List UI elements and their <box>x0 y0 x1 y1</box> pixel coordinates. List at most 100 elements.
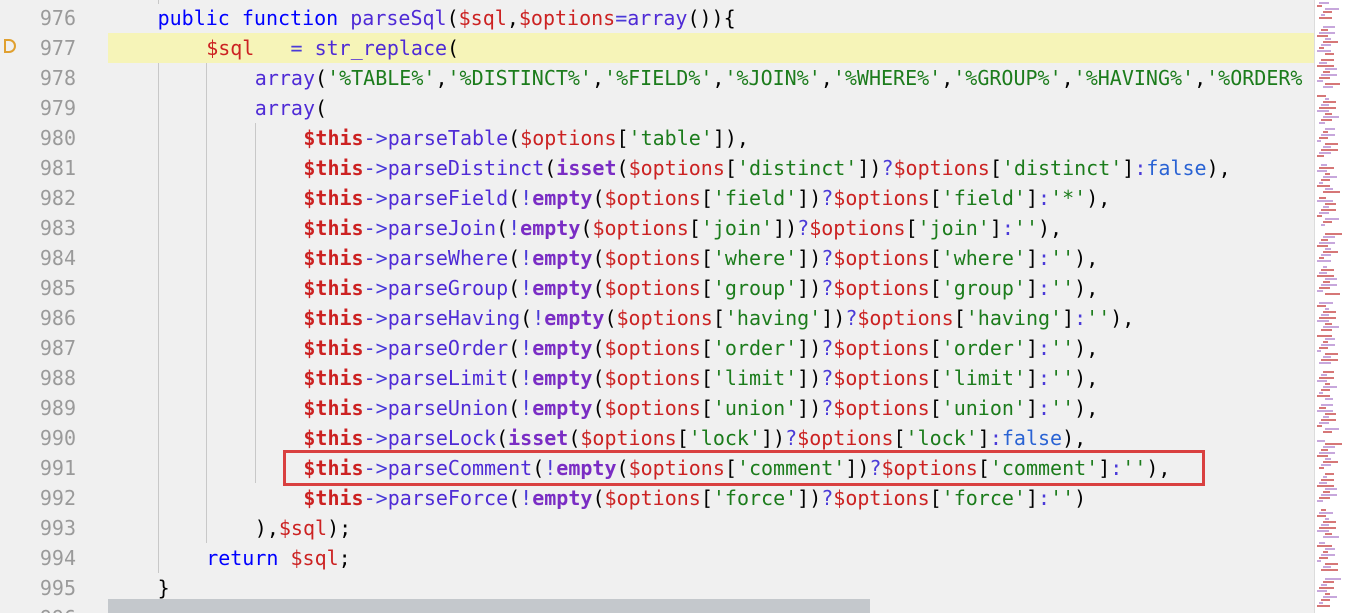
line-number: 980 <box>39 126 76 150</box>
gutter-line[interactable]: 993 <box>0 513 108 543</box>
minimap-line <box>1321 29 1328 31</box>
code-token: $options <box>604 336 701 360</box>
code-area[interactable]: public function parseSql($sql,$options=a… <box>108 0 1314 613</box>
minimap-line <box>1325 413 1336 415</box>
code-line[interactable]: $this->parseForce(!empty($options['force… <box>108 483 1314 513</box>
code-line[interactable]: array( <box>108 93 1314 123</box>
code-token: return <box>206 546 291 570</box>
minimap-line <box>1317 275 1334 277</box>
minimap-line <box>1319 317 1336 319</box>
code-line[interactable]: $sql = str_replace( <box>108 33 1314 63</box>
code-line[interactable]: return $sql; <box>108 543 1314 573</box>
line-number: 976 <box>39 6 76 30</box>
code-token: '%FIELD%' <box>604 66 713 90</box>
code-token: ), <box>1206 156 1231 180</box>
code-token: -> <box>363 486 388 510</box>
code-token: $options <box>833 486 930 510</box>
code-token: [ <box>688 216 701 240</box>
gutter-line[interactable]: 981 <box>0 153 108 183</box>
code-line[interactable]: $this->parseOrder(!empty($options['order… <box>108 333 1314 363</box>
code-token: ] <box>1025 276 1039 300</box>
line-number: 984 <box>39 246 76 270</box>
gutter-line[interactable]: 980 <box>0 123 108 153</box>
gutter-line[interactable]: 983 <box>0 213 108 243</box>
code-token: [ <box>893 426 906 450</box>
code-token: ( <box>592 366 605 390</box>
code-token: parseSql <box>350 6 447 30</box>
code-token: 'where' <box>712 246 798 270</box>
gutter-line[interactable]: 992 <box>0 483 108 513</box>
line-number: 996 <box>40 603 76 613</box>
gutter-line[interactable]: 987 <box>0 333 108 363</box>
code-token: ( <box>592 486 605 510</box>
code-line[interactable]: public function parseSql($sql,$options=a… <box>108 3 1314 33</box>
minimap-line <box>1321 209 1336 211</box>
code-line[interactable]: $this->parseTable($options['table']), <box>108 123 1314 153</box>
code-line[interactable]: ),$sql); <box>108 513 1314 543</box>
code-token: $options <box>833 396 930 420</box>
code-line[interactable]: array('%TABLE%','%DISTINCT%','%FIELD%','… <box>108 63 1314 93</box>
line-number: 990 <box>39 426 76 450</box>
gutter-line[interactable]: 996 <box>0 603 108 613</box>
minimap-line <box>1321 59 1334 61</box>
code-line[interactable]: $this->parseHaving(!empty($options['havi… <box>108 303 1314 333</box>
code-editor[interactable]: 976 977 978 979 980 981 982 983 984 985 986 987 988 9… <box>0 0 1348 613</box>
code-line[interactable]: $this->parseWhere(!empty($options['where… <box>108 243 1314 273</box>
gutter-line[interactable]: 989 <box>0 393 108 423</box>
code-token: , <box>820 66 833 90</box>
code-token: -> <box>363 126 388 150</box>
minimap-line <box>1323 551 1328 553</box>
code-line[interactable]: $this->parseField(!empty($options['field… <box>108 183 1314 213</box>
code-line[interactable]: $this->parseGroup(!empty($options['group… <box>108 273 1314 303</box>
minimap-line <box>1325 83 1340 85</box>
gutter-line[interactable]: 982 <box>0 183 108 213</box>
line-number: 983 <box>39 216 76 240</box>
code-line[interactable]: $this->parseUnion(!empty($options['union… <box>108 393 1314 423</box>
line-number: 982 <box>39 186 76 210</box>
gutter-line[interactable]: 994 <box>0 543 108 573</box>
code-token: ! <box>520 366 533 390</box>
code-token: , <box>1194 66 1207 90</box>
code-token: ), <box>1062 426 1087 450</box>
code-token: ( <box>592 186 605 210</box>
line-number: 994 <box>39 546 76 570</box>
code-line[interactable]: $this->parseDistinct(isset($options['dis… <box>108 153 1314 183</box>
line-number-gutter[interactable]: 976 977 978 979 980 981 982 983 984 985 986 987 988 9… <box>0 0 108 613</box>
minimap-line <box>1317 320 1329 322</box>
code-token: ( <box>568 426 581 450</box>
line-number: 993 <box>39 516 76 540</box>
gutter-line[interactable]: 978 <box>0 63 108 93</box>
code-token: ]) <box>797 276 822 300</box>
code-token: empty <box>544 306 605 330</box>
code-token: '%TABLE%' <box>327 66 436 90</box>
horizontal-scrollbar-thumb[interactable] <box>108 599 870 613</box>
code-token: ( <box>520 306 533 330</box>
minimap-line <box>1321 284 1337 286</box>
code-token: [ <box>700 486 713 510</box>
line-number: 988 <box>39 366 76 390</box>
gutter-line[interactable]: 984 <box>0 243 108 273</box>
gutter-line[interactable]: 995 <box>0 573 108 603</box>
code-token: , <box>591 66 605 90</box>
breakpoint-marker-icon[interactable] <box>4 39 16 53</box>
minimap[interactable] <box>1314 0 1348 613</box>
gutter-line[interactable]: 977 <box>0 33 108 63</box>
minimap-line <box>1323 566 1331 568</box>
gutter-line[interactable]: 991 <box>0 453 108 483</box>
gutter-line[interactable]: 986 <box>0 303 108 333</box>
minimap-line <box>1317 425 1322 427</box>
code-line[interactable]: $this->parseJoin(!empty($options['join']… <box>108 213 1314 243</box>
minimap-line <box>1323 446 1335 448</box>
code-line[interactable]: $this->parseLimit(!empty($options['limit… <box>108 363 1314 393</box>
gutter-line[interactable]: 990 <box>0 423 108 453</box>
code-token: ), <box>1074 246 1099 270</box>
gutter-line[interactable]: 985 <box>0 273 108 303</box>
code-token: : <box>1038 336 1051 360</box>
gutter-line[interactable]: 988 <box>0 363 108 393</box>
code-token: 'field' <box>712 186 798 210</box>
code-token: $options <box>616 306 713 330</box>
gutter-line[interactable]: 976 <box>0 3 108 33</box>
code-token: ), <box>1074 366 1099 390</box>
code-line[interactable]: $this->parseLock(isset($options['lock'])… <box>108 423 1314 453</box>
gutter-line[interactable]: 979 <box>0 93 108 123</box>
